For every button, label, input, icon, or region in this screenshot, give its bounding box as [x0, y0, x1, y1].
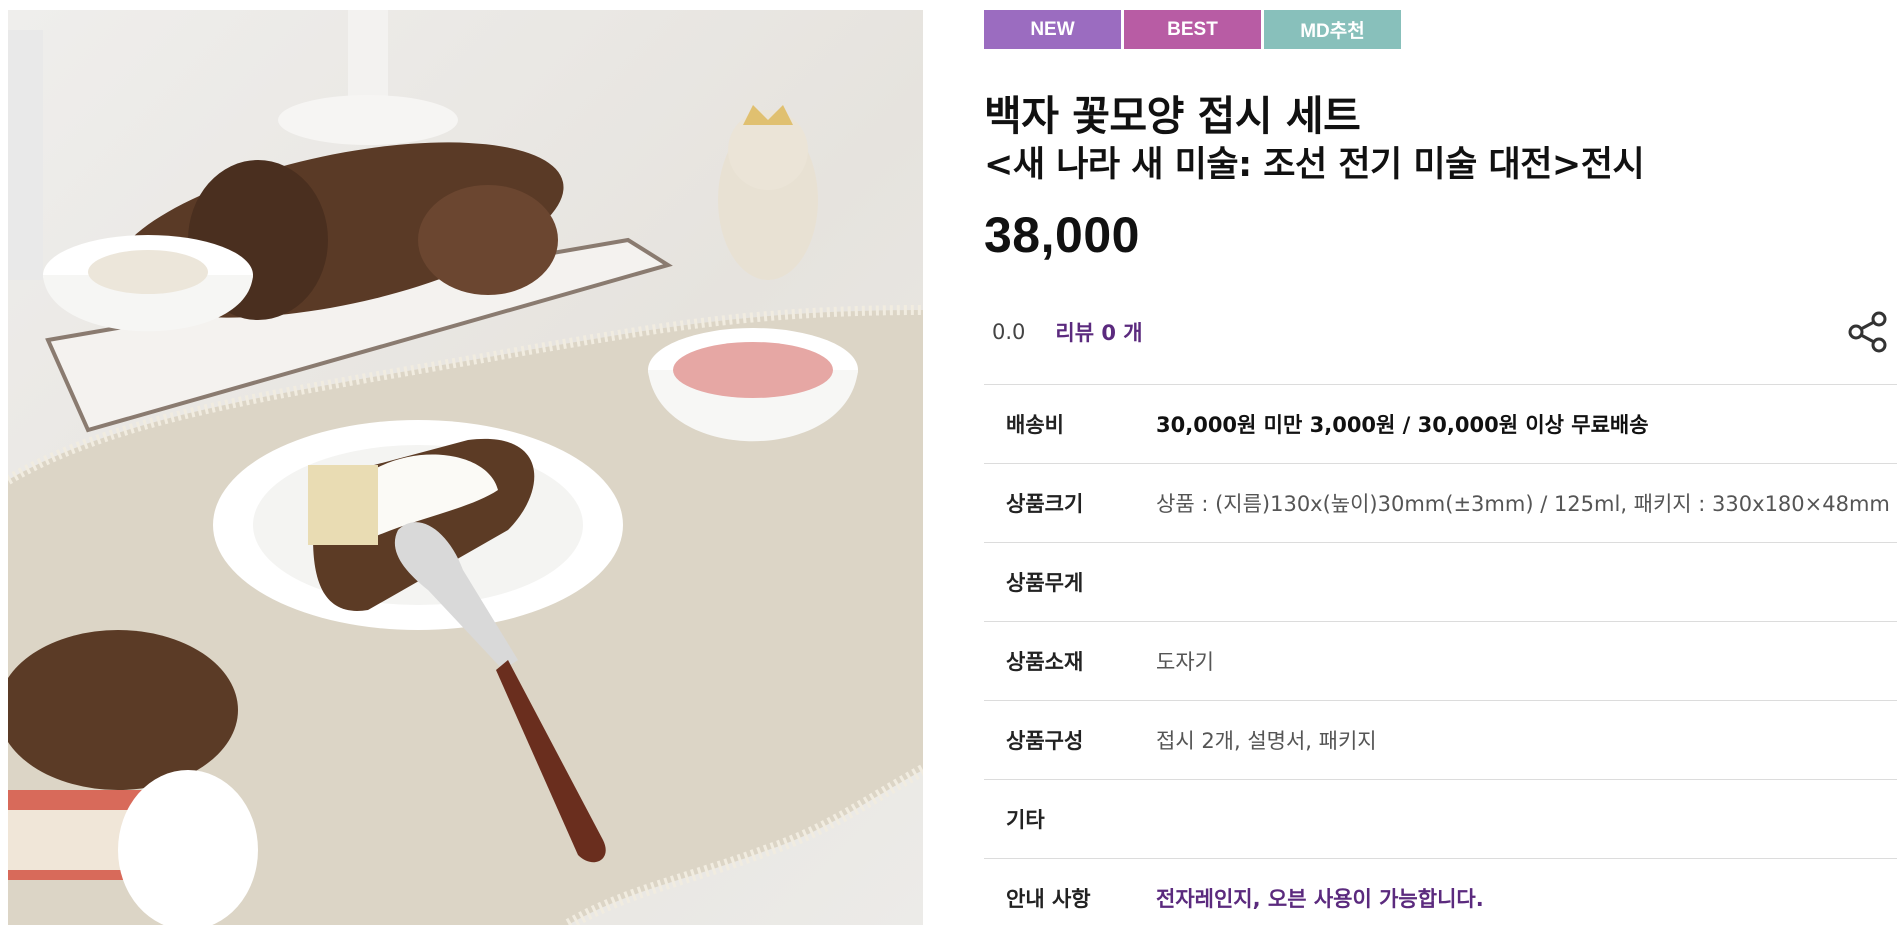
spec-value: 도자기 [1156, 650, 1214, 674]
spec-row-shipping: 배송비 30,000원 미만 3,000원 / 30,000원 이상 무료배송 [984, 384, 1897, 464]
badge-md-pick: MD추천 [1264, 10, 1401, 49]
spec-value: 전자레인지, 오븐 사용이 가능합니다. [1156, 887, 1484, 912]
spec-key: 배송비 [1006, 413, 1064, 437]
product-price: 38,000 [984, 207, 1140, 263]
product-photo-illustration [8, 10, 923, 925]
product-image[interactable] [8, 10, 923, 925]
product-subtitle: <새 나라 새 미술: 조선 전기 미술 대전>전시 [984, 145, 1645, 185]
product-title: 백자 꽃모양 접시 세트 [984, 92, 1361, 140]
spec-value: 상품 : (지름)130x(높이)30mm(±3mm) / 125ml, 패키지… [1156, 492, 1890, 516]
badge-list: NEW BEST MD추천 [984, 10, 1897, 49]
spec-key: 기타 [1006, 808, 1045, 832]
product-info-panel: NEW BEST MD추천 백자 꽃모양 접시 세트 <새 나라 새 미술: 조… [984, 10, 1897, 933]
review-count-link[interactable]: 리뷰 0 개 [1055, 317, 1142, 347]
spec-key: 상품구성 [1006, 729, 1084, 753]
rating-row: 0.0 리뷰 0 개 [992, 310, 1897, 354]
spec-value [1155, 780, 1897, 859]
rating-score: 0.0 [992, 320, 1026, 344]
spec-table: 배송비 30,000원 미만 3,000원 / 30,000원 이상 무료배송 … [984, 384, 1897, 938]
spec-row-etc: 기타 [984, 779, 1897, 859]
spec-value: 30,000원 미만 3,000원 / 30,000원 이상 무료배송 [1156, 413, 1649, 437]
badge-best: BEST [1124, 10, 1261, 49]
spec-key: 상품크기 [1006, 492, 1084, 516]
spec-row-notice: 안내 사항 전자레인지, 오븐 사용이 가능합니다. [984, 858, 1897, 938]
share-icon[interactable] [1847, 310, 1891, 354]
spec-row-weight: 상품무게 [984, 542, 1897, 622]
spec-value: 접시 2개, 설명서, 패키지 [1156, 729, 1377, 753]
spec-key: 안내 사항 [1006, 887, 1091, 912]
spec-row-size: 상품크기 상품 : (지름)130x(높이)30mm(±3mm) / 125ml… [984, 463, 1897, 543]
spec-row-composition: 상품구성 접시 2개, 설명서, 패키지 [984, 700, 1897, 780]
spec-row-material: 상품소재 도자기 [984, 621, 1897, 701]
spec-value [1155, 543, 1897, 622]
spec-key: 상품무게 [1006, 571, 1084, 595]
spec-key: 상품소재 [1006, 650, 1084, 674]
badge-new: NEW [984, 10, 1121, 49]
